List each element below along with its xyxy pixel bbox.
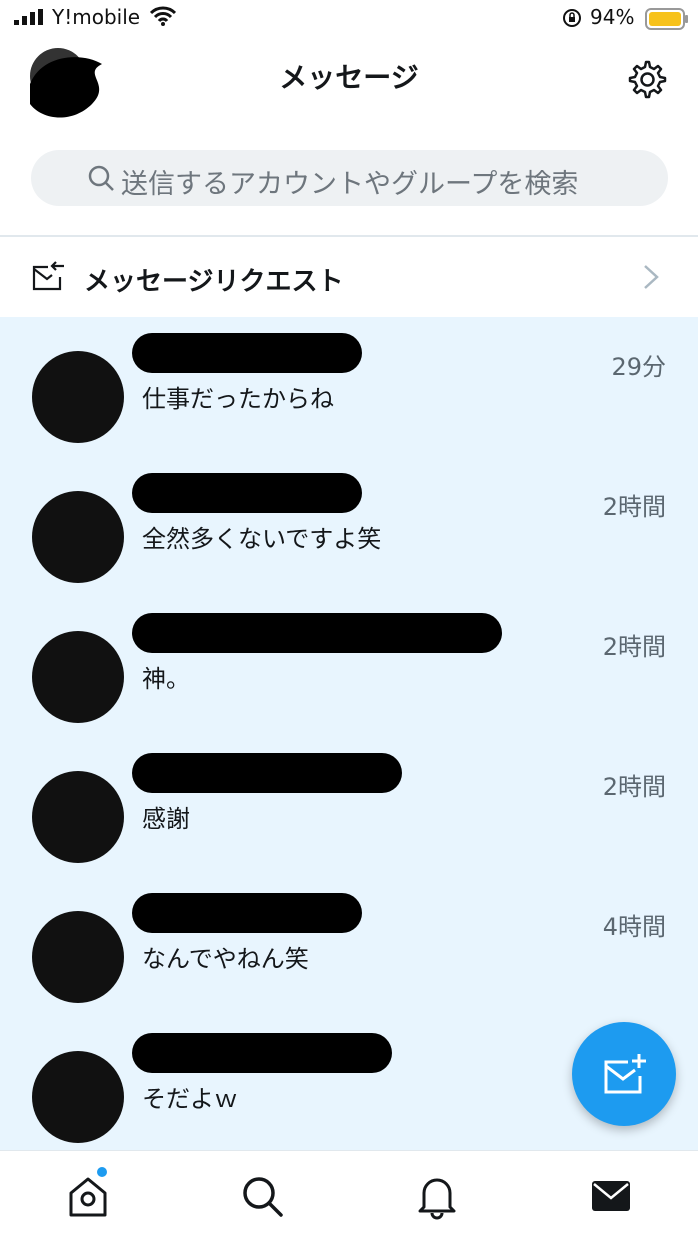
conversation-time: 2時間 [602, 633, 666, 661]
conversation-item[interactable]: 2時間 感謝 [0, 747, 698, 887]
tab-notifications[interactable] [412, 1171, 462, 1221]
home-icon [69, 1177, 107, 1217]
conversation-time: 29分 [611, 353, 666, 381]
new-message-button[interactable] [572, 1022, 676, 1126]
carrier-name: Y!mobile [52, 5, 141, 29]
conversation-preview: そだよｗ [142, 1085, 238, 1113]
conversation-name-redacted [132, 473, 362, 513]
message-request-icon [32, 261, 64, 291]
conversation-name-redacted [132, 333, 362, 373]
conversation-item[interactable]: 29分 仕事だったからね [0, 327, 698, 467]
tab-home[interactable] [63, 1167, 113, 1221]
wifi-icon [150, 6, 176, 26]
conversation-time: 2時間 [602, 773, 666, 801]
tab-messages[interactable] [586, 1171, 636, 1221]
conversation-preview: 全然多くないですよ笑 [142, 525, 382, 553]
gear-icon[interactable] [624, 56, 668, 100]
message-requests-label: メッセージリクエスト [84, 267, 344, 297]
conversation-time: 4時間 [602, 913, 666, 941]
conversation-preview: 神。 [142, 665, 190, 693]
battery-icon [645, 8, 688, 30]
avatar [32, 911, 124, 1003]
conversation-item[interactable]: 2時間 全然多くないですよ笑 [0, 467, 698, 607]
tab-bar [0, 1150, 698, 1240]
header: メッセージ [0, 36, 698, 118]
conversation-item[interactable]: 4時間 なんでやねん笑 [0, 887, 698, 1027]
tab-search[interactable] [237, 1171, 287, 1221]
avatar [32, 351, 124, 443]
conversation-name-redacted [132, 613, 502, 653]
avatar [32, 771, 124, 863]
conversation-preview: 仕事だったからね [142, 385, 334, 413]
avatar [32, 1051, 124, 1143]
signal-icon [14, 9, 43, 25]
chevron-right-icon [644, 265, 659, 289]
message-requests-row[interactable]: メッセージリクエスト [0, 237, 698, 317]
avatar [32, 491, 124, 583]
avatar [32, 631, 124, 723]
conversation-time: 2時間 [602, 493, 666, 521]
conversation-list: 29分 仕事だったからね 2時間 全然多くないですよ笑 2時間 神。 2時間 感… [0, 317, 698, 1150]
search-input[interactable]: 送信するアカウントやグループを検索 [31, 150, 668, 206]
conversation-name-redacted [132, 893, 362, 933]
new-message-icon [604, 1054, 646, 1094]
bell-icon [418, 1178, 456, 1220]
battery-percentage: 94% [590, 5, 635, 29]
conversation-item[interactable]: 2時間 神。 [0, 607, 698, 747]
conversation-preview: なんでやねん笑 [142, 945, 309, 973]
search-icon [243, 1177, 283, 1217]
envelope-icon [592, 1181, 630, 1211]
conversation-preview: 感謝 [142, 805, 190, 833]
notification-dot [97, 1167, 107, 1177]
conversation-name-redacted [132, 753, 402, 793]
status-bar: Y!mobile 94% [0, 0, 698, 36]
conversation-name-redacted [132, 1033, 392, 1073]
page-title: メッセージ [279, 61, 419, 94]
orientation-lock-icon [563, 9, 581, 27]
search-placeholder: 送信するアカウントやグループを検索 [121, 169, 579, 200]
search-icon [88, 165, 114, 191]
